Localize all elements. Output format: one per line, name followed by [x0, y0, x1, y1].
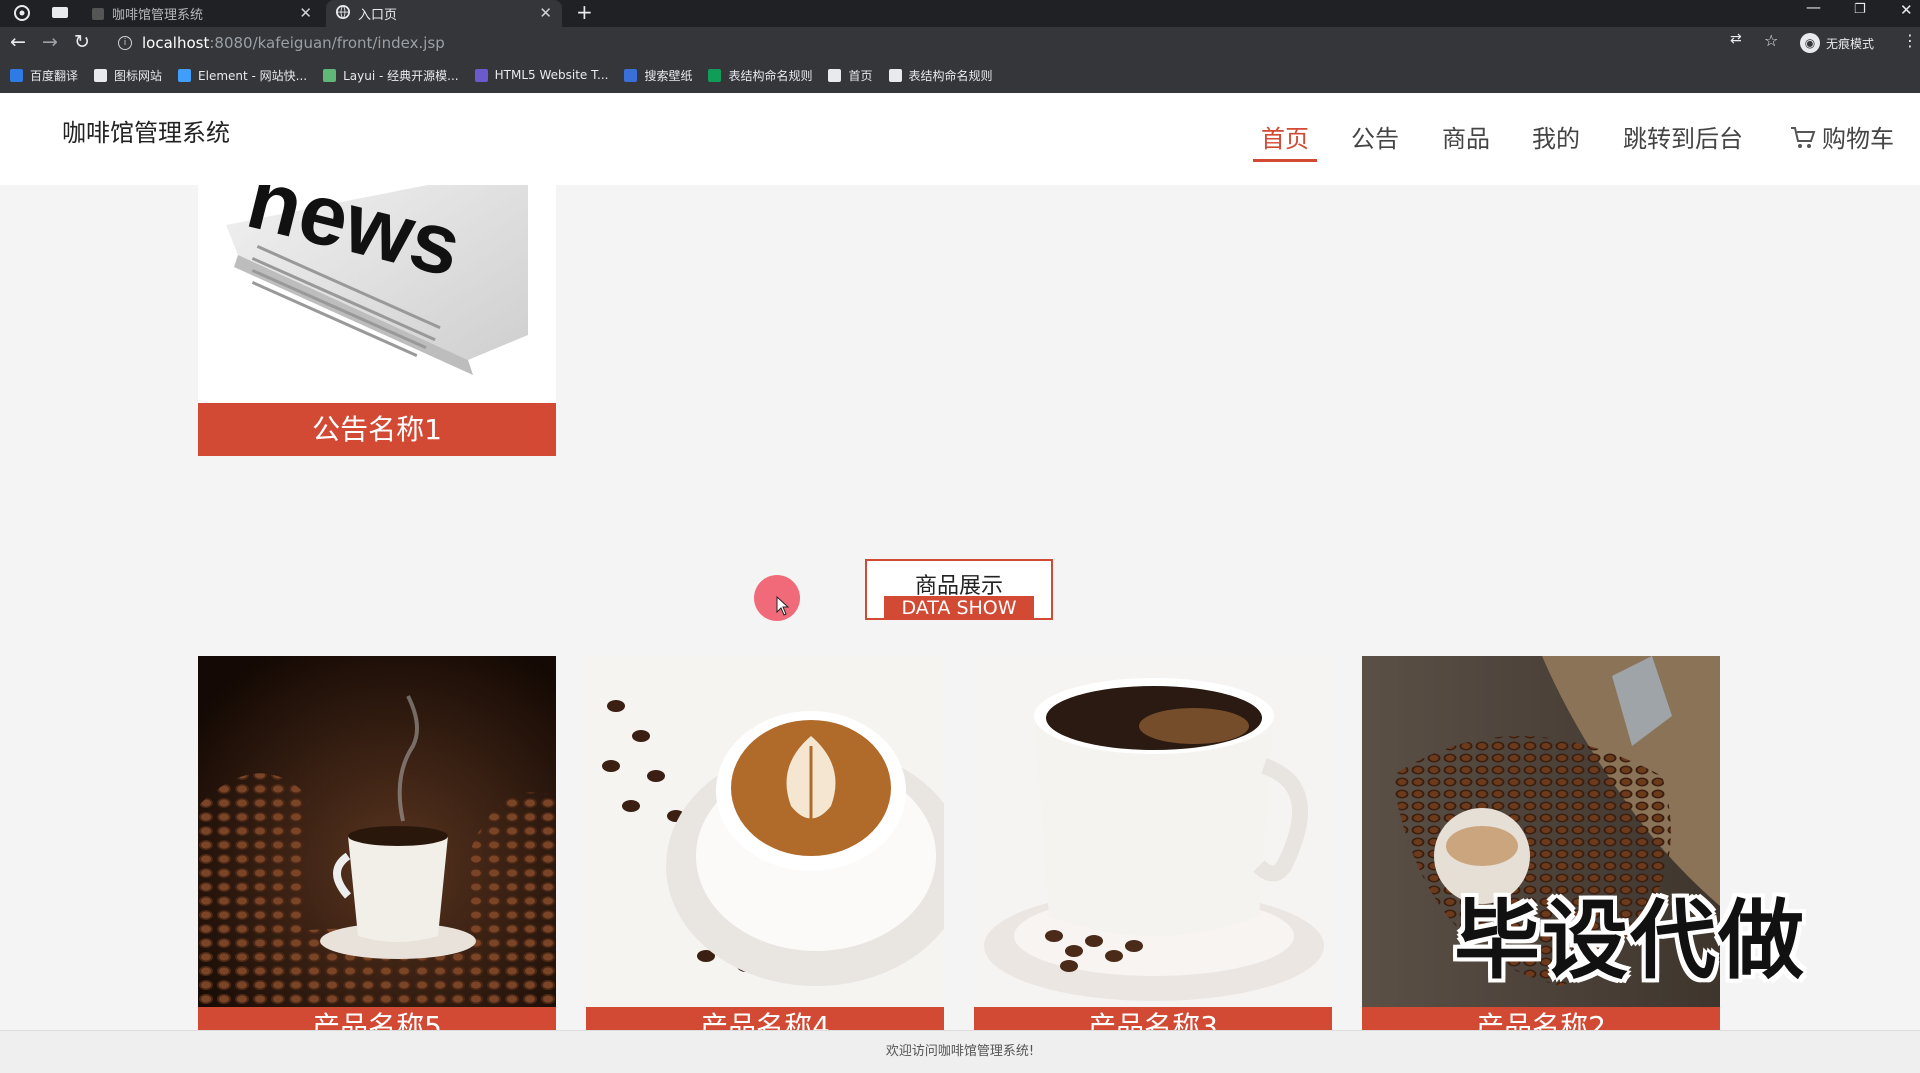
bookmark-label: 百度翻译 — [30, 68, 79, 83]
browser-toolbar: ← → ↻ i localhost :8080/kafeiguan/front/… — [0, 27, 1920, 57]
product-image-coffee-beans-dark — [198, 656, 556, 1007]
product-name: 产品名称2 — [1362, 1007, 1720, 1030]
product-name: 产品名称5 — [198, 1007, 556, 1030]
product-name: 产品名称4 — [586, 1007, 944, 1030]
products-section-title: 商品展示 DATA SHOW — [865, 559, 1053, 620]
bookmark-item[interactable]: HTML5 Website T... — [474, 68, 609, 82]
reload-icon[interactable]: ↻ — [74, 31, 90, 53]
url-host: localhost — [142, 34, 210, 52]
element-icon — [178, 68, 192, 82]
browser-tab-inactive[interactable]: 咖啡馆管理系统 ✕ — [86, 0, 322, 27]
browser-tab-bar: 咖啡馆管理系统 ✕ 入口页 ✕ + — ❐ ✕ — [0, 0, 1920, 27]
product-card[interactable]: 产品名称5 — [198, 656, 556, 1030]
product-image-latte-art — [586, 656, 944, 1007]
incognito-icon: ◉ — [1800, 33, 1820, 53]
close-tab-icon[interactable]: ✕ — [299, 4, 312, 22]
section-title-en: DATA SHOW — [884, 596, 1034, 620]
url-path: :8080/kafeiguan/front/index.jsp — [209, 34, 445, 52]
tab-overview-icon[interactable] — [52, 7, 68, 18]
site-logo[interactable]: 咖啡馆管理系统 — [62, 113, 230, 148]
tab-title: 咖啡馆管理系统 — [112, 8, 204, 23]
chrome-logo-icon — [14, 5, 30, 25]
menu-kebab-icon[interactable]: ⋮ — [1902, 31, 1918, 50]
restore-icon[interactable]: ❐ — [1854, 2, 1866, 17]
new-tab-button[interactable]: + — [576, 1, 593, 23]
bookmark-item[interactable]: 首页 — [828, 67, 873, 84]
bookmark-label: HTML5 Website T... — [494, 68, 609, 82]
bookmark-label: 搜索壁纸 — [644, 68, 693, 83]
bookmark-item[interactable]: Element - 网站快... — [178, 67, 307, 84]
close-window-icon[interactable]: ✕ — [1900, 1, 1913, 19]
notice-image: news — [198, 185, 556, 403]
address-bar[interactable]: i localhost :8080/kafeiguan/front/index.… — [118, 31, 1778, 55]
flag-icon — [94, 68, 108, 82]
incognito-indicator[interactable]: ◉ 无痕模式 — [1800, 32, 1874, 54]
bookmark-item[interactable]: Layui - 经典开源模... — [323, 67, 459, 84]
nav-cart[interactable]: 购物车 — [1790, 119, 1894, 156]
tab-favicon-icon — [92, 7, 104, 20]
product-card[interactable]: 产品名称3 — [974, 656, 1332, 1030]
bookmark-label: Layui - 经典开源模... — [343, 68, 459, 83]
bookmark-item[interactable]: 表结构命名规则 — [708, 67, 812, 84]
product-name: 产品名称3 — [974, 1007, 1332, 1030]
bookmark-label: 图标网站 — [114, 68, 163, 83]
nav-cart-label: 购物车 — [1822, 125, 1894, 153]
site-header: 咖啡馆管理系统 首页 公告 商品 我的 跳转到后台 购物车 — [0, 93, 1920, 185]
bookmark-star-icon[interactable]: ☆ — [1764, 31, 1778, 50]
close-tab-icon[interactable]: ✕ — [539, 4, 552, 22]
sheet-icon — [708, 68, 722, 82]
translate-page-icon[interactable]: ⇄ — [1730, 31, 1742, 47]
globe-icon — [888, 68, 902, 82]
incognito-label: 无痕模式 — [1826, 36, 1875, 51]
html5-icon — [474, 68, 488, 82]
notice-card[interactable]: news 公告名称1 — [198, 185, 556, 456]
browser-tab-active[interactable]: 入口页 ✕ — [326, 0, 562, 27]
mouse-pointer-icon — [776, 595, 790, 620]
cart-icon — [1790, 126, 1816, 156]
nav-products[interactable]: 商品 — [1442, 119, 1490, 154]
bookmark-label: 表结构命名规则 — [908, 68, 993, 83]
bookmark-item[interactable]: 表结构命名规则 — [888, 67, 993, 84]
watermark-text: 毕设代做 — [1454, 891, 1806, 991]
bookmark-item[interactable]: 百度翻译 — [10, 67, 78, 84]
bookmarks-bar: 百度翻译 图标网站 Element - 网站快... Layui - 经典开源模...… — [0, 57, 1920, 93]
nav-admin[interactable]: 跳转到后台 — [1623, 119, 1743, 154]
product-image-black-coffee — [974, 656, 1332, 1007]
wallpaper-icon — [624, 68, 638, 82]
nav-mine[interactable]: 我的 — [1532, 119, 1580, 154]
bookmark-label: 表结构命名规则 — [728, 68, 813, 83]
tab-title: 入口页 — [358, 8, 398, 23]
product-card[interactable]: 产品名称4 — [586, 656, 944, 1030]
nav-home[interactable]: 首页 — [1253, 119, 1317, 162]
translate-icon — [10, 68, 23, 82]
globe-icon — [336, 4, 350, 23]
site-info-icon[interactable]: i — [118, 36, 132, 50]
bookmark-label: Element - 网站快... — [198, 68, 308, 83]
back-icon[interactable]: ← — [10, 31, 26, 53]
notice-title: 公告名称1 — [198, 403, 556, 456]
layui-icon — [323, 68, 337, 82]
bookmark-label: 首页 — [848, 68, 873, 83]
globe-icon — [828, 68, 842, 82]
minimize-icon[interactable]: — — [1806, 0, 1821, 16]
forward-icon[interactable]: → — [42, 31, 58, 53]
bookmark-item[interactable]: 搜索壁纸 — [624, 67, 692, 84]
bookmark-item[interactable]: 图标网站 — [94, 67, 162, 84]
nav-notices[interactable]: 公告 — [1351, 119, 1399, 154]
site-footer: 欢迎访问咖啡馆管理系统! — [0, 1030, 1920, 1073]
